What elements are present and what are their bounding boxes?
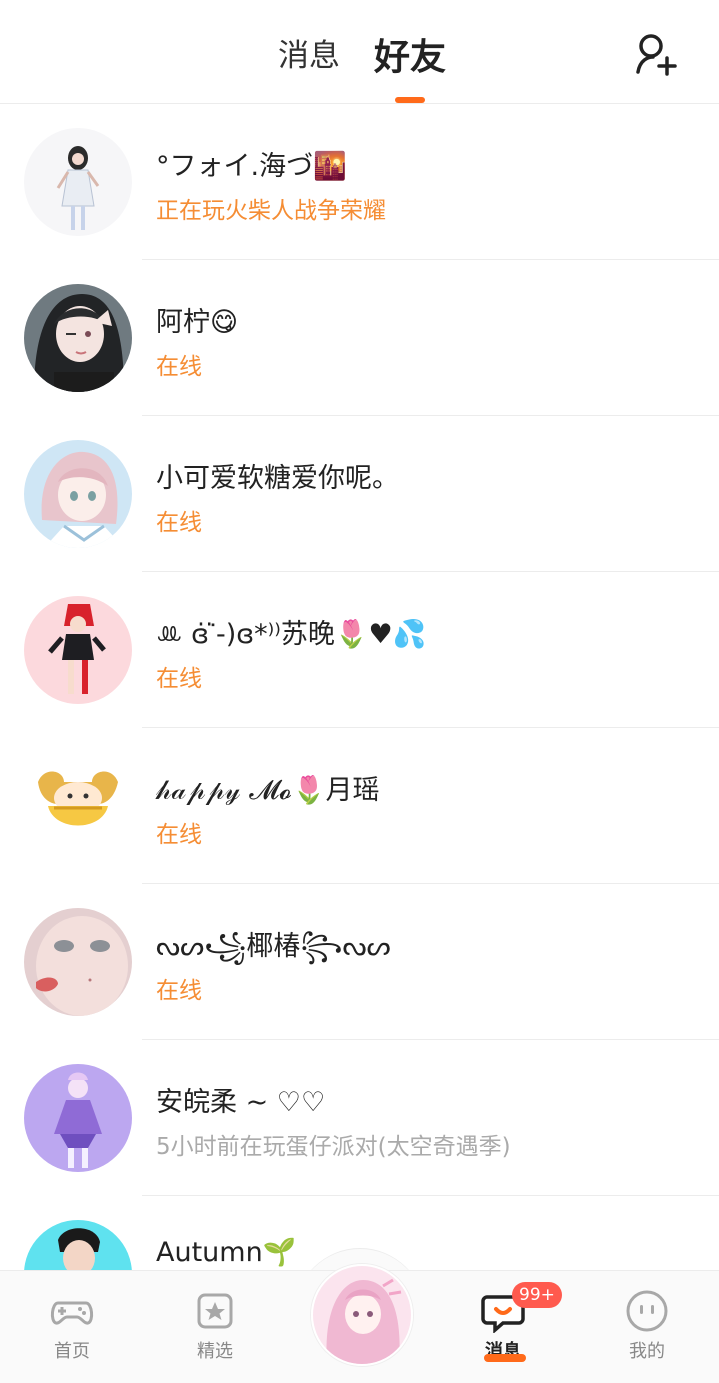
unread-badge: 99+ bbox=[512, 1282, 562, 1308]
friend-row[interactable]: 𝒽𝒶𝓅𝓅𝓎 𝓜𝓸🌷月瑶 在线 bbox=[0, 728, 719, 884]
center-avatar-button[interactable] bbox=[311, 1264, 413, 1366]
friend-row[interactable]: 安皖柔 ~ ♡♡ 5小时前在玩蛋仔派对(太空奇遇季) bbox=[0, 1040, 719, 1196]
friend-name: 安皖柔 ~ ♡♡ bbox=[156, 1087, 326, 1118]
star-bookmark-icon bbox=[197, 1293, 233, 1329]
friend-row[interactable]: 阿柠😋 在线 bbox=[0, 260, 719, 416]
avatar[interactable] bbox=[24, 284, 132, 392]
friend-name: 阿柠😋 bbox=[156, 307, 239, 338]
active-nav-indicator bbox=[484, 1354, 526, 1362]
nav-label: 首页 bbox=[54, 1341, 90, 1362]
top-header: 消息 好友 bbox=[0, 0, 719, 104]
nav-profile[interactable]: 我的 bbox=[597, 1271, 697, 1383]
avatar[interactable] bbox=[24, 1064, 132, 1172]
friend-name: ꔛ ɞ̇ᐝ̇-)ɞ*⁾⁾苏晚🌷♥💦 bbox=[156, 619, 427, 650]
friend-name: 𝒽𝒶𝓅𝓅𝓎 𝓜𝓸🌷月瑶 bbox=[156, 775, 380, 806]
friend-status: 在线 bbox=[156, 822, 202, 848]
friend-name: °フォイ.海づ🌇 bbox=[156, 151, 347, 182]
friend-row[interactable]: ꔛ ɞ̇ᐝ̇-)ɞ*⁾⁾苏晚🌷♥💦 在线 bbox=[0, 572, 719, 728]
nav-featured[interactable]: 精选 bbox=[165, 1271, 265, 1383]
friend-status: 在线 bbox=[156, 666, 202, 692]
friend-status: 在线 bbox=[156, 354, 202, 380]
friend-row[interactable]: 小可爱软糖爱你呢。 在线 bbox=[0, 416, 719, 572]
friend-name: 小可爱软糖爱你呢。 bbox=[156, 463, 399, 494]
nav-label: 精选 bbox=[197, 1341, 233, 1362]
friend-status: 正在玩火柴人战争荣耀 bbox=[156, 198, 386, 224]
friend-name: Autumn🌱 bbox=[156, 1237, 297, 1268]
avatar[interactable] bbox=[24, 752, 132, 860]
friend-row[interactable]: °フォイ.海づ🌇 正在玩火柴人战争荣耀 bbox=[0, 104, 719, 260]
nav-home[interactable]: 首页 bbox=[22, 1271, 122, 1383]
face-icon bbox=[626, 1290, 668, 1332]
tab-friends[interactable]: 好友 bbox=[374, 28, 446, 80]
nav-label: 我的 bbox=[629, 1341, 665, 1362]
active-tab-indicator bbox=[395, 97, 425, 103]
avatar[interactable] bbox=[24, 128, 132, 236]
friends-list: °フォイ.海づ🌇 正在玩火柴人战争荣耀 阿柠😋 在线 小可爱软糖爱你呢。 在线 … bbox=[0, 104, 719, 1352]
add-person-icon[interactable] bbox=[634, 32, 678, 76]
friend-status: 在线 bbox=[156, 510, 202, 536]
friend-status: 5小时前在玩蛋仔派对(太空奇遇季) bbox=[156, 1134, 511, 1160]
avatar[interactable] bbox=[24, 908, 132, 1016]
avatar[interactable] bbox=[24, 440, 132, 548]
gamepad-icon bbox=[50, 1301, 94, 1325]
avatar[interactable] bbox=[24, 596, 132, 704]
tab-messages[interactable]: 消息 bbox=[278, 30, 340, 75]
friend-status: 在线 bbox=[156, 978, 202, 1004]
friend-row[interactable]: ᔓᔕ꧁椰椿꧂ᔓᔕ 在线 bbox=[0, 884, 719, 1040]
